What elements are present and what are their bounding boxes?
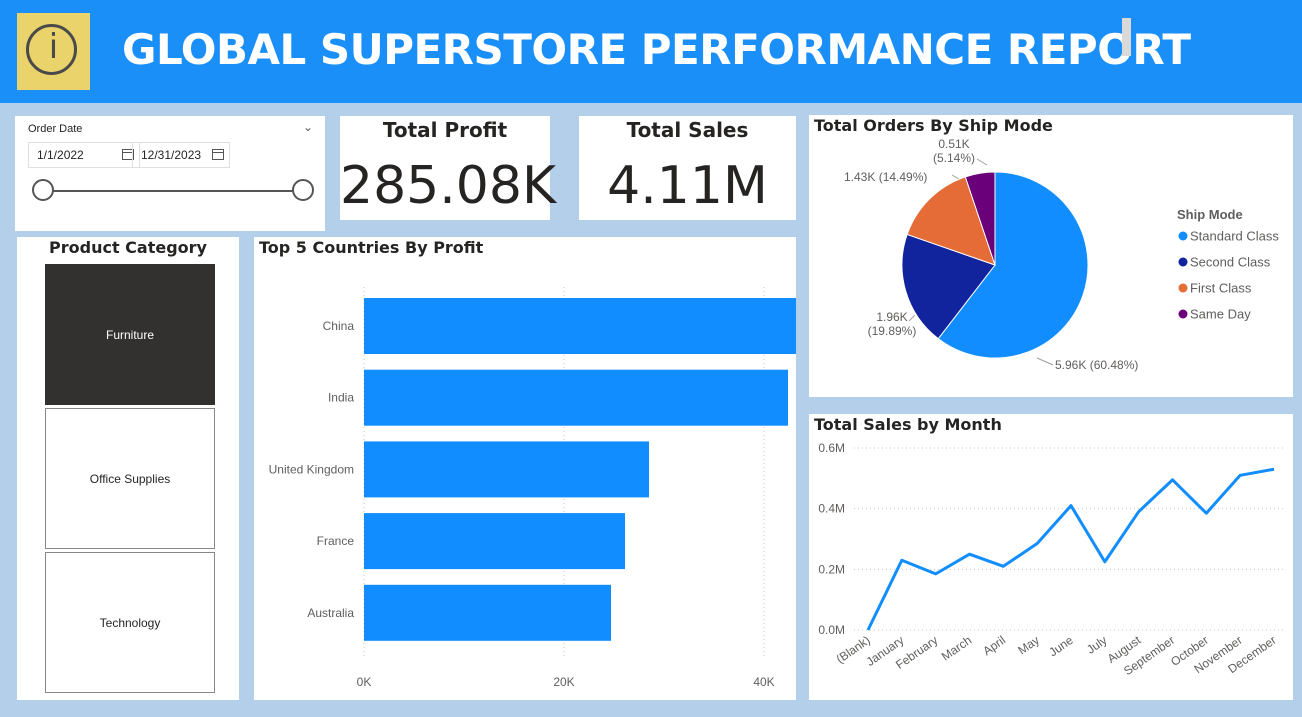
total-sales-card: Total Sales 4.11M [579,116,796,220]
x-tick-label: April [980,633,1008,658]
range-start-handle[interactable] [32,179,54,201]
total-profit-value: 285.08K [340,156,557,216]
pie-chart-svg: 5.96K (60.48%) 1.96K(19.89%) 1.43K (14.49%… [844,137,1279,372]
range-end-handle[interactable] [292,179,314,201]
bar [364,369,788,426]
category-tile-office-supplies[interactable]: Office Supplies [45,408,215,549]
legend-marker [1178,231,1188,241]
bar-chart-svg: 0K 20K 40K China India United Kingdom France Au… [269,287,796,689]
y-tick-label: 0.0M [818,623,845,637]
calendar-icon[interactable] [212,149,224,160]
bar [364,513,625,570]
y-tick-label: United Kingdom [269,462,354,476]
legend-item: Same Day [1190,307,1251,322]
x-tick-label: March [939,633,974,664]
slice-data-label: 1.43K (14.49%) [844,170,927,184]
start-date-input[interactable]: 1/1/2022 [28,142,140,168]
report-title: GLOBAL SUPERSTORE PERFORMANCE REPORT [122,25,1191,74]
sales-by-month-chart: Total Sales by Month 0.0M 0.2M 0.4M 0.6M (Bl… [809,414,1293,700]
y-tick-label: 0.2M [818,562,845,576]
logo: i [17,13,90,90]
slice-data-label: 5.96K (60.48%) [1055,358,1138,372]
leader-line [951,174,960,180]
date-slicer: Order Date ⌄ 1/1/2022 12/31/2023 [15,116,325,231]
bar [364,441,649,498]
slice-data-label: 0.51K [938,137,969,151]
slice-data-label: (5.14%) [933,151,975,165]
x-tick-label: 20K [553,675,574,689]
chevron-down-icon[interactable]: ⌄ [303,120,313,134]
bar [364,584,611,641]
y-tick-label: France [317,534,355,548]
ship-mode-chart: Total Orders By Ship Mode 5.96K (60.48%)… [809,115,1293,397]
category-tile-label: Furniture [105,327,155,342]
total-sales-value: 4.11M [607,156,768,216]
y-tick-label: 0.6M [818,441,845,455]
y-tick-label: India [328,391,354,405]
legend-title: Ship Mode [1177,207,1243,222]
leader-line [908,314,916,322]
product-category-title: Product Category [49,238,207,257]
slice-data-label: 1.96K [876,310,907,324]
line-chart-svg: 0.0M0.2M0.4M0.6M(Blank)JanuaryFebruaryMa… [818,441,1285,678]
total-profit-title: Total Profit [382,118,508,142]
end-date-value: 12/31/2023 [141,148,202,162]
category-tile-label: Technology [99,615,161,630]
legend-item: First Class [1190,281,1252,296]
total-sales-title: Total Sales [626,118,749,142]
leader-line [1036,357,1054,366]
y-tick-label: Australia [307,606,354,620]
report-header: i GLOBAL SUPERSTORE PERFORMANCE REPORT [0,0,1302,103]
x-tick-label: June [1046,633,1076,660]
start-date-value: 1/1/2022 [37,148,84,162]
x-tick-label: 0K [357,675,372,689]
x-tick-label: 40K [753,675,774,689]
leader-line [976,158,988,166]
top-countries-chart: Top 5 Countries By Profit 0K 20K 40K China I… [254,237,796,700]
header-marker [1122,18,1131,56]
y-tick-label: China [323,319,355,333]
legend-marker [1178,257,1188,267]
date-slicer-title: Order Date [28,123,83,135]
product-category-slicer: Product Category Furniture Office Suppli… [17,237,239,700]
legend-item: Standard Class [1190,229,1279,244]
x-tick-label: May [1015,633,1042,657]
sales-line [866,467,1275,631]
category-tile-technology[interactable]: Technology [45,552,215,693]
bar [364,298,796,354]
slice-data-label: (19.89%) [868,324,917,338]
category-tile-label: Office Supplies [89,471,171,486]
legend-marker [1178,283,1188,293]
y-tick-label: 0.4M [818,502,845,516]
category-tile-furniture[interactable]: Furniture [45,264,215,405]
legend-item: Second Class [1190,255,1271,270]
date-range-track[interactable] [44,190,303,192]
end-date-input[interactable]: 12/31/2023 [132,142,230,168]
total-profit-card: Total Profit 285.08K [340,116,557,220]
legend-marker [1178,309,1188,319]
